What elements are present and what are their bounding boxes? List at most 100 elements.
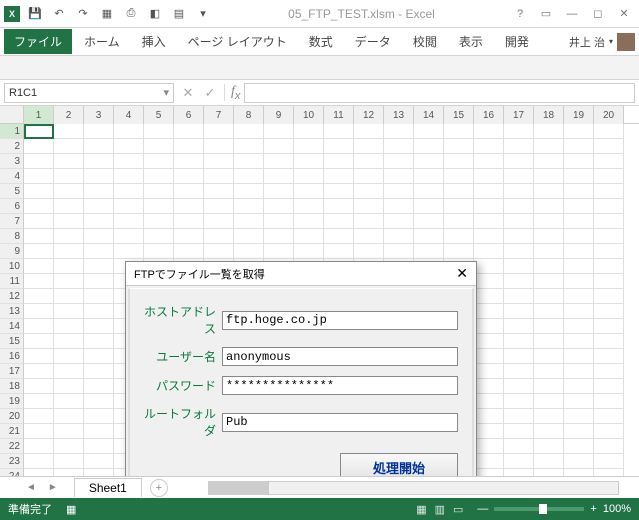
col-header[interactable]: 15 — [444, 106, 474, 124]
help-icon[interactable]: ? — [509, 3, 531, 25]
tab-page-layout[interactable]: ページ レイアウト — [178, 29, 297, 54]
qat-icon[interactable]: ▤ — [168, 3, 190, 25]
sheet-tab[interactable]: Sheet1 — [74, 478, 142, 497]
undo-icon[interactable]: ↶ — [48, 3, 70, 25]
col-header[interactable]: 10 — [294, 106, 324, 124]
qat-dd-icon[interactable]: ▾ — [192, 3, 214, 25]
row-header[interactable]: 22 — [0, 439, 24, 454]
minimize-icon[interactable]: — — [561, 3, 583, 25]
password-input[interactable] — [222, 376, 458, 395]
save-icon[interactable]: 💾 — [24, 3, 46, 25]
row-header[interactable]: 23 — [0, 454, 24, 469]
dialog-titlebar[interactable]: FTPでファイル一覧を取得 ✕ — [126, 262, 476, 286]
tab-view[interactable]: 表示 — [449, 29, 493, 54]
row-header[interactable]: 3 — [0, 154, 24, 169]
cancel-icon[interactable]: ✕ — [178, 85, 198, 101]
tab-developer[interactable]: 開発 — [495, 29, 539, 54]
zoom-in-icon[interactable]: + — [590, 503, 596, 515]
row-header[interactable]: 9 — [0, 244, 24, 259]
row-header[interactable]: 16 — [0, 349, 24, 364]
tab-home[interactable]: ホーム — [74, 29, 130, 54]
row-header[interactable]: 21 — [0, 424, 24, 439]
close-icon[interactable]: ✕ — [613, 3, 635, 25]
col-header[interactable]: 1 — [24, 106, 54, 124]
select-all-corner[interactable] — [0, 106, 24, 124]
user-area[interactable]: 井上 治 ▾ — [569, 33, 635, 51]
zoom-control[interactable]: — + 100% — [477, 503, 631, 515]
col-header[interactable]: 13 — [384, 106, 414, 124]
row-header[interactable]: 20 — [0, 409, 24, 424]
page-break-icon[interactable]: ▭ — [453, 503, 463, 516]
row-header[interactable]: 4 — [0, 169, 24, 184]
row-header[interactable]: 24 — [0, 469, 24, 476]
qat-icon[interactable]: ▦ — [96, 3, 118, 25]
row-header[interactable]: 19 — [0, 394, 24, 409]
row-header[interactable]: 2 — [0, 139, 24, 154]
col-header[interactable]: 17 — [504, 106, 534, 124]
maximize-icon[interactable]: ◻ — [587, 3, 609, 25]
row-header[interactable]: 15 — [0, 334, 24, 349]
fx-icon[interactable]: fx — [224, 84, 240, 102]
page-layout-icon[interactable]: ▥ — [435, 503, 445, 516]
col-header[interactable]: 2 — [54, 106, 84, 124]
submit-button[interactable]: 処理開始 — [340, 453, 458, 476]
view-buttons: ▦ ▥ ▭ — [416, 503, 463, 516]
zoom-out-icon[interactable]: — — [477, 503, 488, 515]
col-header[interactable]: 6 — [174, 106, 204, 124]
col-header[interactable]: 3 — [84, 106, 114, 124]
col-header[interactable]: 18 — [534, 106, 564, 124]
row-header[interactable]: 7 — [0, 214, 24, 229]
col-header[interactable]: 8 — [234, 106, 264, 124]
col-header[interactable]: 11 — [324, 106, 354, 124]
qat-icon[interactable]: ◧ — [144, 3, 166, 25]
tab-nav-prev[interactable]: ◄ — [20, 482, 42, 493]
row-header[interactable]: 11 — [0, 274, 24, 289]
col-header[interactable]: 20 — [594, 106, 624, 124]
zoom-level[interactable]: 100% — [603, 503, 631, 515]
host-input[interactable] — [222, 311, 458, 330]
redo-icon[interactable]: ↷ — [72, 3, 94, 25]
row-header[interactable]: 12 — [0, 289, 24, 304]
formula-bar: R1C1 ▾ ✕ ✓ fx — [0, 80, 639, 106]
tab-file[interactable]: ファイル — [4, 29, 72, 54]
zoom-slider[interactable] — [494, 507, 584, 511]
close-icon[interactable]: ✕ — [456, 265, 468, 282]
row-header[interactable]: 8 — [0, 229, 24, 244]
col-header[interactable]: 9 — [264, 106, 294, 124]
row-header[interactable]: 6 — [0, 199, 24, 214]
horizontal-scrollbar[interactable] — [208, 481, 619, 495]
tab-nav-next[interactable]: ► — [42, 482, 64, 493]
row-header[interactable]: 18 — [0, 379, 24, 394]
col-header[interactable]: 19 — [564, 106, 594, 124]
col-header[interactable]: 16 — [474, 106, 504, 124]
row-header[interactable]: 1 — [0, 124, 24, 139]
col-header[interactable]: 4 — [114, 106, 144, 124]
formula-input[interactable] — [244, 83, 635, 103]
root-folder-input[interactable] — [222, 413, 458, 432]
qat-icon[interactable]: ⎙ — [120, 3, 142, 25]
quick-access-toolbar: 💾 ↶ ↷ ▦ ⎙ ◧ ▤ ▾ — [24, 3, 214, 25]
user-input[interactable] — [222, 347, 458, 366]
name-box[interactable]: R1C1 ▾ — [4, 83, 174, 103]
worksheet: 1234567891011121314151617181920 12345678… — [0, 106, 639, 476]
row-header[interactable]: 5 — [0, 184, 24, 199]
row-header[interactable]: 14 — [0, 319, 24, 334]
tab-review[interactable]: 校閲 — [403, 29, 447, 54]
col-header[interactable]: 12 — [354, 106, 384, 124]
row-header[interactable]: 17 — [0, 364, 24, 379]
tab-insert[interactable]: 挿入 — [132, 29, 176, 54]
chevron-down-icon[interactable]: ▾ — [163, 86, 169, 99]
macro-record-icon[interactable]: ▦ — [66, 503, 76, 516]
tab-data[interactable]: データ — [345, 29, 401, 54]
sheet-tab-bar: ◄ ► Sheet1 + — [0, 476, 639, 498]
enter-icon[interactable]: ✓ — [200, 85, 220, 101]
row-header[interactable]: 10 — [0, 259, 24, 274]
add-sheet-button[interactable]: + — [150, 479, 168, 497]
tab-formulas[interactable]: 数式 — [299, 29, 343, 54]
ribbon-options-icon[interactable]: ▭ — [535, 3, 557, 25]
normal-view-icon[interactable]: ▦ — [416, 503, 426, 516]
col-header[interactable]: 7 — [204, 106, 234, 124]
row-header[interactable]: 13 — [0, 304, 24, 319]
col-header[interactable]: 5 — [144, 106, 174, 124]
col-header[interactable]: 14 — [414, 106, 444, 124]
